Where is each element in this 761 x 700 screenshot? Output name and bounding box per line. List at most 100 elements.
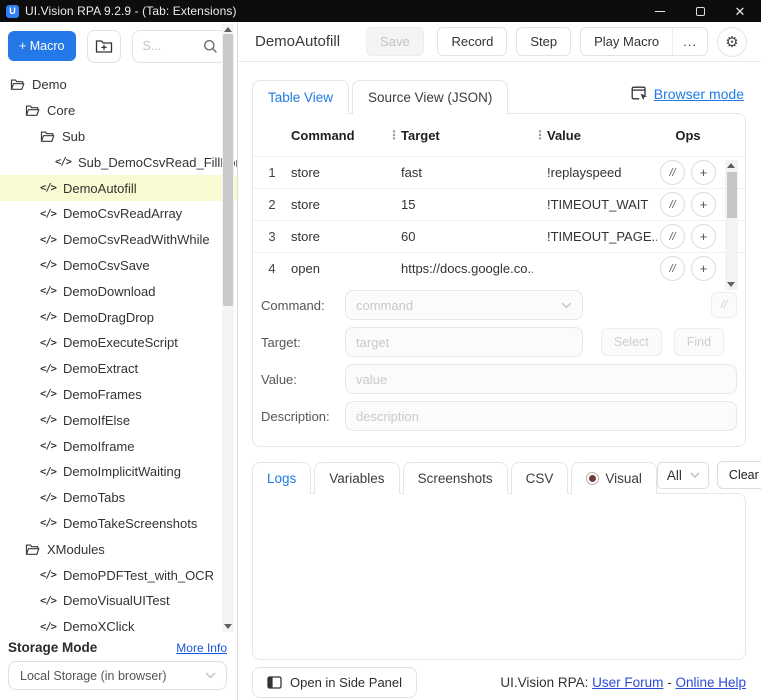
- tree-item-demoiframe[interactable]: </> DemoIframe: [0, 433, 237, 459]
- tree-item-core[interactable]: Core: [0, 98, 237, 124]
- col-resize-icon[interactable]: ⋮: [533, 128, 547, 142]
- tree-item-demoimplicitwaiting[interactable]: </> DemoImplicitWaiting: [0, 459, 237, 485]
- close-icon: ✕: [734, 3, 746, 19]
- row-comment-button[interactable]: //: [660, 224, 685, 249]
- tree-item-demoautofill[interactable]: </> DemoAutofill: [0, 175, 237, 201]
- visual-toggle[interactable]: Visual: [571, 462, 657, 494]
- record-button[interactable]: Record: [437, 27, 508, 56]
- tree-item-demovisualuitest[interactable]: </> DemoVisualUITest: [0, 588, 237, 614]
- row-add-button[interactable]: +: [691, 192, 716, 217]
- play-button-group: Play Macro ...: [580, 27, 708, 56]
- macro-code-icon: </>: [40, 620, 57, 633]
- play-macro-button[interactable]: Play Macro: [581, 28, 673, 55]
- new-folder-button[interactable]: [86, 29, 121, 63]
- tree-item-label: DemoExtract: [62, 361, 139, 377]
- tree-item-demopdftest_with_ocr[interactable]: </> DemoPDFTest_with_OCR: [0, 562, 237, 588]
- tree-item-label: DemoCsvSave: [62, 257, 150, 273]
- tree-item-democsvreadwithwhile[interactable]: </> DemoCsvReadWithWhile: [0, 227, 237, 253]
- tree-item-xmodules[interactable]: XModules: [0, 536, 237, 562]
- tree-item-label: DemoTabs: [62, 490, 126, 506]
- row-number: 4: [268, 261, 276, 276]
- table-row[interactable]: 2 store 15 !TIMEOUT_WAIT //+: [253, 188, 745, 220]
- tree-item-sub_democsvread_fillfor[interactable]: </> Sub_DemoCsvRead_FillFor: [0, 149, 237, 175]
- tab-variables[interactable]: Variables: [314, 462, 400, 494]
- tab-csv[interactable]: CSV: [510, 462, 569, 494]
- tree-item-demo[interactable]: Demo: [0, 72, 237, 98]
- row-add-button[interactable]: +: [691, 224, 716, 249]
- row-number: 1: [268, 165, 276, 180]
- table-row[interactable]: 3 store 60 !TIMEOUT_PAGE...//+: [253, 220, 745, 252]
- row-add-button[interactable]: +: [691, 256, 716, 281]
- row-number: 2: [268, 197, 276, 212]
- maximize-button[interactable]: [693, 4, 707, 18]
- storage-mode-select[interactable]: Local Storage (in browser): [8, 661, 227, 690]
- tree-item-demotabs[interactable]: </> DemoTabs: [0, 485, 237, 511]
- save-button[interactable]: Save: [366, 27, 424, 56]
- log-filter-select[interactable]: All: [656, 461, 709, 489]
- tree-item-demoframes[interactable]: </> DemoFrames: [0, 382, 237, 408]
- table-scrollbar[interactable]: [725, 160, 738, 290]
- user-forum-link[interactable]: User Forum: [592, 675, 663, 690]
- target-input[interactable]: [356, 334, 572, 350]
- open-side-panel-button[interactable]: Open in Side Panel: [252, 667, 418, 698]
- storage-mode-heading: Storage Mode: [8, 640, 98, 655]
- tab-source-view-json[interactable]: Source View (JSON): [352, 80, 509, 114]
- online-help-link[interactable]: Online Help: [675, 675, 746, 690]
- row-add-button[interactable]: +: [691, 160, 716, 185]
- new-macro-button[interactable]: + Macro: [8, 31, 76, 61]
- sidebar-scrollbar[interactable]: [222, 24, 234, 632]
- tab-logs[interactable]: Logs: [252, 462, 312, 494]
- more-options-button[interactable]: ...: [672, 28, 707, 55]
- step-button[interactable]: Step: [516, 27, 572, 56]
- tree-item-demoifelse[interactable]: </> DemoIfElse: [0, 407, 237, 433]
- folder-plus-icon: [95, 39, 113, 54]
- find-button[interactable]: Find: [673, 328, 725, 356]
- macro-title: DemoAutofill: [255, 33, 341, 50]
- command-label: Command:: [261, 297, 325, 313]
- tree-item-demodragdrop[interactable]: </> DemoDragDrop: [0, 304, 237, 330]
- browser-mode-link[interactable]: Browser mode: [631, 86, 744, 102]
- tree-item-label: XModules: [47, 541, 105, 557]
- table-row[interactable]: 4 open https://docs.google.co... //+: [253, 252, 745, 284]
- col-resize-icon[interactable]: ⋮: [387, 128, 401, 142]
- scroll-down-icon[interactable]: [224, 624, 232, 629]
- close-button[interactable]: ✕: [733, 4, 747, 18]
- scroll-up-icon[interactable]: [224, 27, 232, 32]
- tree-item-democsvreadarray[interactable]: </> DemoCsvReadArray: [0, 201, 237, 227]
- table-scrollbar-thumb[interactable]: [726, 172, 737, 218]
- tree-item-democsvsave[interactable]: </> DemoCsvSave: [0, 253, 237, 279]
- tree-item-demoextract[interactable]: </> DemoExtract: [0, 356, 237, 382]
- value-input[interactable]: [356, 371, 726, 387]
- select-button[interactable]: Select: [601, 328, 662, 356]
- folder-open-icon: [25, 104, 40, 117]
- tree-item-label: DemoXClick: [62, 619, 135, 634]
- row-comment-button[interactable]: //: [660, 160, 685, 185]
- minimize-button[interactable]: [653, 4, 667, 18]
- scroll-down-icon[interactable]: [727, 282, 735, 287]
- tree-item-demoexecutescript[interactable]: </> DemoExecuteScript: [0, 330, 237, 356]
- macro-code-icon: </>: [40, 517, 57, 530]
- visual-radio[interactable]: [586, 472, 600, 485]
- gear-icon: ⚙: [725, 33, 739, 51]
- tab-table-view[interactable]: Table View: [252, 80, 350, 114]
- tree-item-demodownload[interactable]: </> DemoDownload: [0, 278, 237, 304]
- more-info-link[interactable]: More Info: [176, 641, 227, 655]
- macro-code-icon: </>: [55, 156, 72, 169]
- tree-item-label: DemoCsvReadWithWhile: [62, 232, 210, 248]
- table-row[interactable]: 1 store fast !replayspeed //+: [253, 156, 745, 188]
- row-comment-button[interactable]: //: [660, 256, 685, 281]
- tree-item-demoxclick[interactable]: </> DemoXClick: [0, 614, 237, 634]
- command-select[interactable]: command: [345, 290, 583, 320]
- macro-search-input[interactable]: [142, 39, 197, 53]
- description-input[interactable]: [356, 408, 726, 424]
- tab-screenshots[interactable]: Screenshots: [402, 462, 508, 494]
- scroll-up-icon[interactable]: [727, 163, 735, 168]
- tree-item-sub[interactable]: Sub: [0, 124, 237, 150]
- tree-item-demotakescreenshots[interactable]: </> DemoTakeScreenshots: [0, 511, 237, 537]
- sidebar-toolbar: + Macro: [0, 22, 237, 70]
- row-comment-button[interactable]: //: [660, 192, 685, 217]
- comment-toggle-button[interactable]: //: [711, 292, 737, 318]
- clear-logs-button[interactable]: Clear: [716, 461, 761, 489]
- settings-button[interactable]: ⚙: [717, 26, 747, 57]
- sidebar-scrollbar-thumb[interactable]: [223, 34, 233, 306]
